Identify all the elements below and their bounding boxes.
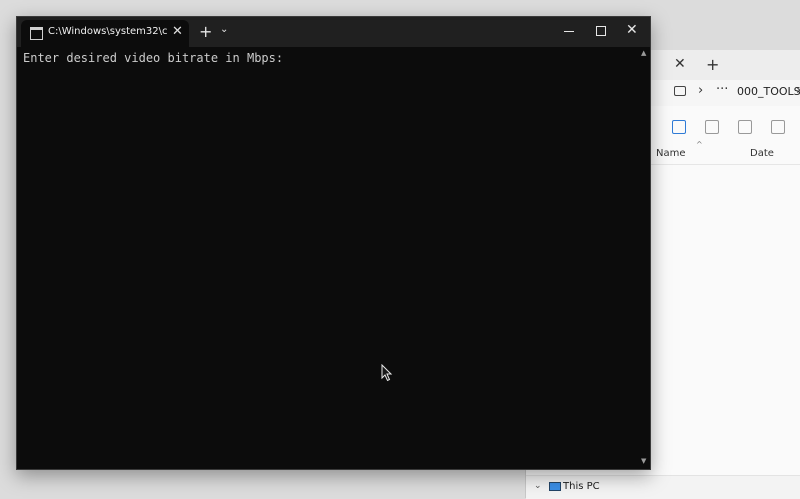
copy-icon[interactable]: [672, 120, 686, 134]
maximize-icon: [596, 26, 606, 36]
terminal-title-bar[interactable]: C:\Windows\system32\cmd.e ✕ + ⌄ ✕: [17, 17, 650, 47]
minimize-button[interactable]: [552, 17, 586, 47]
console-output[interactable]: Enter desired video bitrate in Mbps:: [23, 51, 633, 461]
explorer-new-tab-button[interactable]: +: [706, 55, 719, 74]
close-icon: ✕: [626, 22, 638, 38]
monitor-icon[interactable]: [674, 86, 686, 96]
tab-title: C:\Windows\system32\cmd.e: [48, 26, 168, 37]
tab-cmd[interactable]: C:\Windows\system32\cmd.e ✕: [21, 20, 189, 47]
minimize-icon: [564, 31, 574, 32]
explorer-tab-close-icon[interactable]: ✕: [674, 56, 686, 72]
cmd-icon: [30, 27, 43, 40]
maximize-button[interactable]: [584, 17, 618, 47]
close-button[interactable]: ✕: [616, 17, 650, 47]
tab-close-icon[interactable]: ✕: [172, 24, 183, 39]
rename-icon[interactable]: [705, 120, 719, 134]
chevron-down-icon[interactable]: ⌄: [534, 481, 542, 491]
scrollbar[interactable]: ▲ ▼: [638, 47, 650, 469]
breadcrumb-chevron-icon[interactable]: ›: [698, 83, 703, 98]
new-tab-button[interactable]: +: [199, 22, 212, 41]
sort-indicator-icon: ^: [696, 140, 703, 149]
column-header-name[interactable]: Name: [656, 148, 686, 159]
scroll-up-icon[interactable]: ▲: [641, 49, 646, 57]
column-header-date[interactable]: Date: [750, 148, 774, 159]
breadcrumb-folder[interactable]: 000_TOOLS: [737, 85, 800, 98]
nav-item-this-pc[interactable]: This PC: [563, 481, 600, 492]
breadcrumb-chevron-icon[interactable]: ›: [796, 83, 800, 98]
mouse-cursor-icon: [381, 364, 393, 382]
this-pc-icon: [549, 482, 561, 491]
breadcrumb-overflow-button[interactable]: ···: [716, 82, 728, 97]
scroll-down-icon[interactable]: ▼: [641, 457, 646, 465]
delete-icon[interactable]: [771, 120, 785, 134]
terminal-window[interactable]: C:\Windows\system32\cmd.e ✕ + ⌄ ✕ Enter …: [16, 16, 651, 470]
explorer-nav-pane-item[interactable]: ⌄ This PC: [526, 475, 800, 499]
share-icon[interactable]: [738, 120, 752, 134]
chevron-down-icon[interactable]: ⌄: [220, 24, 228, 35]
